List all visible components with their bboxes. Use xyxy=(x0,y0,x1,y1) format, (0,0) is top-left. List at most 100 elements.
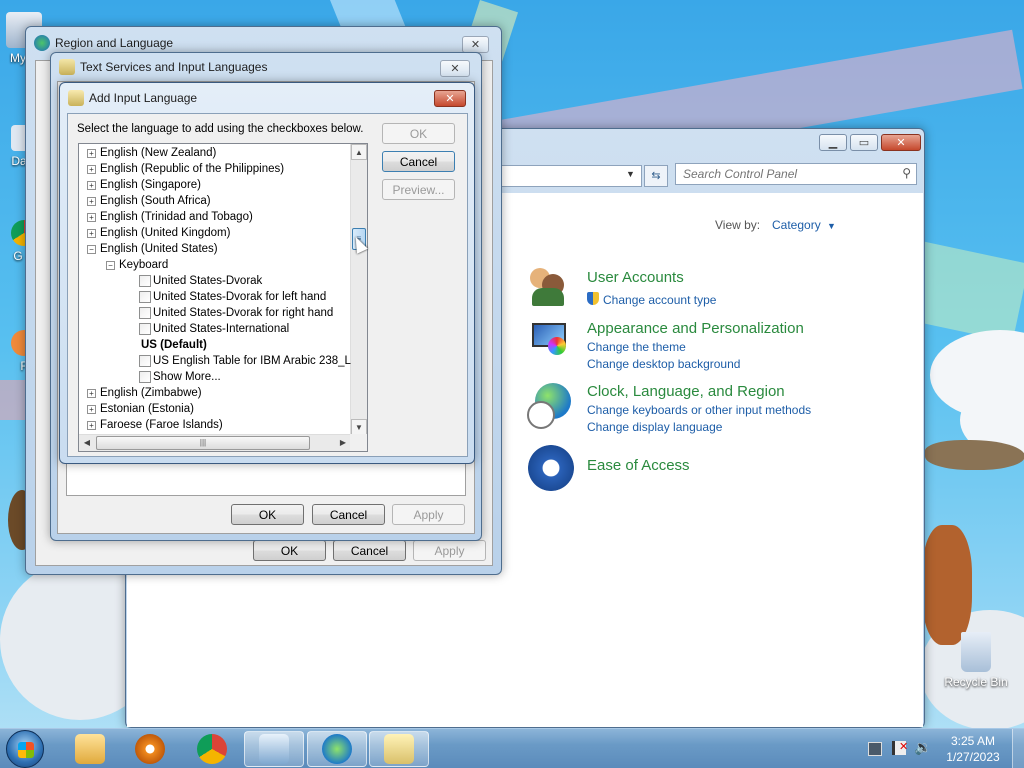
taskbar-media-player[interactable] xyxy=(120,731,180,767)
close-button[interactable]: ✕ xyxy=(440,60,470,77)
change-desktop-background-link[interactable]: Change desktop background xyxy=(587,357,740,371)
apply-button[interactable]: Apply xyxy=(392,504,465,525)
desktop-icon-recycle-bin[interactable]: Recycle Bin xyxy=(943,632,1009,689)
collapse-icon[interactable]: − xyxy=(106,260,115,270)
tree-keyboard-option[interactable]: US English Table for IBM Arabic 238_L xyxy=(139,353,351,369)
expand-icon[interactable]: + xyxy=(87,148,96,158)
clock-date: 1/27/2023 xyxy=(946,750,1000,764)
clock-language-region-link[interactable]: Clock, Language, and Region xyxy=(587,383,785,400)
address-dropdown-icon[interactable]: ▼ xyxy=(626,169,635,179)
checkbox[interactable] xyxy=(139,307,151,319)
scroll-up-arrow[interactable]: ▲ xyxy=(351,144,367,160)
close-button[interactable]: ✕ xyxy=(881,134,921,151)
vertical-scrollbar[interactable]: ▲ ≡ ▼ xyxy=(350,144,367,435)
language-tree[interactable]: ▲ ≡ ▼ ◀ ||| ▶ + English (New Zealand) + Eng… xyxy=(78,143,368,452)
expand-icon[interactable]: + xyxy=(87,180,96,190)
folder-icon xyxy=(75,734,105,764)
expand-icon[interactable]: + xyxy=(87,164,96,174)
taskbar-explorer[interactable] xyxy=(60,731,120,767)
checkbox[interactable] xyxy=(139,371,151,383)
tree-item-label: United States-Dvorak for left hand xyxy=(153,291,327,303)
add-input-language-titlebar: Add Input Language xyxy=(60,83,474,113)
start-button[interactable] xyxy=(6,730,44,768)
search-input[interactable] xyxy=(676,164,886,184)
volume-icon[interactable]: 🔉 xyxy=(914,739,931,756)
checkbox[interactable] xyxy=(139,275,151,287)
horizontal-scroll-thumb[interactable]: ||| xyxy=(96,436,310,450)
change-theme-link[interactable]: Change the theme xyxy=(587,340,686,354)
tree-language-node[interactable]: + English (United Kingdom) xyxy=(87,225,230,241)
scroll-down-arrow[interactable]: ▼ xyxy=(351,419,367,435)
user-accounts-icon[interactable] xyxy=(528,266,568,306)
search-icon[interactable]: ⚲ xyxy=(902,166,911,180)
tree-keyboard-node[interactable]: − Keyboard xyxy=(106,257,168,273)
change-account-type-link[interactable]: Change account type xyxy=(603,293,716,307)
address-bar[interactable] xyxy=(486,165,642,187)
tree-keyboard-option[interactable]: United States-Dvorak for left hand xyxy=(139,289,326,305)
tree-keyboard-option[interactable]: Show More... xyxy=(139,369,221,385)
change-display-language-link[interactable]: Change display language xyxy=(587,420,722,434)
checkbox[interactable] xyxy=(139,355,151,367)
taskbar-text-services[interactable] xyxy=(369,731,429,767)
clock[interactable]: 3:25 AM 1/27/2023 xyxy=(938,733,1008,765)
expand-icon[interactable]: + xyxy=(87,420,96,430)
tree-keyboard-option[interactable]: United States-Dvorak for right hand xyxy=(139,305,333,321)
scroll-right-arrow[interactable]: ▶ xyxy=(335,435,351,451)
ease-of-access-icon[interactable] xyxy=(528,445,574,491)
show-desktop-button[interactable] xyxy=(1012,729,1024,768)
appearance-personalization-link[interactable]: Appearance and Personalization xyxy=(587,320,804,337)
expand-icon[interactable]: + xyxy=(87,196,96,206)
tree-language-node[interactable]: + English (New Zealand) xyxy=(87,145,216,161)
instruction-text: Select the language to add using the che… xyxy=(77,123,364,135)
ease-of-access-link[interactable]: Ease of Access xyxy=(587,457,690,474)
action-center-icon[interactable]: ✕ xyxy=(892,741,908,755)
tree-item-label: United States-Dvorak xyxy=(153,275,263,287)
tree-keyboard-option[interactable]: United States-International xyxy=(139,321,289,337)
tree-language-node[interactable]: + English (South Africa) xyxy=(87,193,211,209)
globe-icon xyxy=(34,35,50,51)
appearance-icon[interactable] xyxy=(528,319,572,359)
cancel-button[interactable]: Cancel xyxy=(382,151,455,172)
change-keyboards-link[interactable]: Change keyboards or other input methods xyxy=(587,403,811,417)
apply-button[interactable]: Apply xyxy=(413,540,486,561)
tree-language-node[interactable]: + English (Singapore) xyxy=(87,177,201,193)
media-player-icon xyxy=(135,734,165,764)
tree-language-node[interactable]: + Estonian (Estonia) xyxy=(87,401,194,417)
network-icon[interactable] xyxy=(868,742,882,756)
collapse-icon[interactable]: − xyxy=(87,244,96,254)
close-button[interactable]: ✕ xyxy=(462,36,489,53)
expand-icon[interactable]: + xyxy=(87,228,96,238)
tree-item-label: English (United States) xyxy=(100,243,218,255)
clock-language-region-icon[interactable] xyxy=(527,383,573,431)
taskbar-chrome[interactable] xyxy=(182,731,242,767)
preview-button[interactable]: Preview... xyxy=(382,179,455,200)
cancel-button[interactable]: Cancel xyxy=(333,540,406,561)
view-by-dropdown[interactable]: Category ▼ xyxy=(772,218,836,232)
cancel-button[interactable]: Cancel xyxy=(312,504,385,525)
expand-icon[interactable]: + xyxy=(87,388,96,398)
user-accounts-link[interactable]: User Accounts xyxy=(587,269,684,286)
tree-keyboard-option[interactable]: United States-Dvorak xyxy=(139,273,262,289)
refresh-button[interactable]: ⇆ xyxy=(644,165,668,187)
close-button[interactable]: ✕ xyxy=(434,90,466,107)
minimize-button[interactable]: ▁ xyxy=(819,134,847,151)
taskbar-control-panel[interactable] xyxy=(244,731,304,767)
tree-language-node[interactable]: − English (United States) xyxy=(87,241,218,257)
horizontal-scrollbar[interactable]: ◀ ||| ▶ xyxy=(79,434,351,451)
tree-language-node[interactable]: + English (Republic of the Philippines) xyxy=(87,161,284,177)
expand-icon[interactable]: + xyxy=(87,212,96,222)
expand-icon[interactable]: + xyxy=(87,404,96,414)
ok-button[interactable]: OK xyxy=(231,504,304,525)
window-title: Region and Language xyxy=(55,36,174,50)
tree-language-node[interactable]: + Faroese (Faroe Islands) xyxy=(87,417,223,433)
tree-language-node[interactable]: + English (Zimbabwe) xyxy=(87,385,202,401)
ok-button[interactable]: OK xyxy=(382,123,455,144)
checkbox[interactable] xyxy=(139,323,151,335)
maximize-button[interactable]: ▭ xyxy=(850,134,878,151)
checkbox[interactable] xyxy=(139,291,151,303)
scroll-left-arrow[interactable]: ◀ xyxy=(79,435,95,451)
ok-button[interactable]: OK xyxy=(253,540,326,561)
taskbar-region-language[interactable] xyxy=(307,731,367,767)
search-box[interactable]: ⚲ xyxy=(675,163,917,185)
tree-language-node[interactable]: + English (Trinidad and Tobago) xyxy=(87,209,253,225)
